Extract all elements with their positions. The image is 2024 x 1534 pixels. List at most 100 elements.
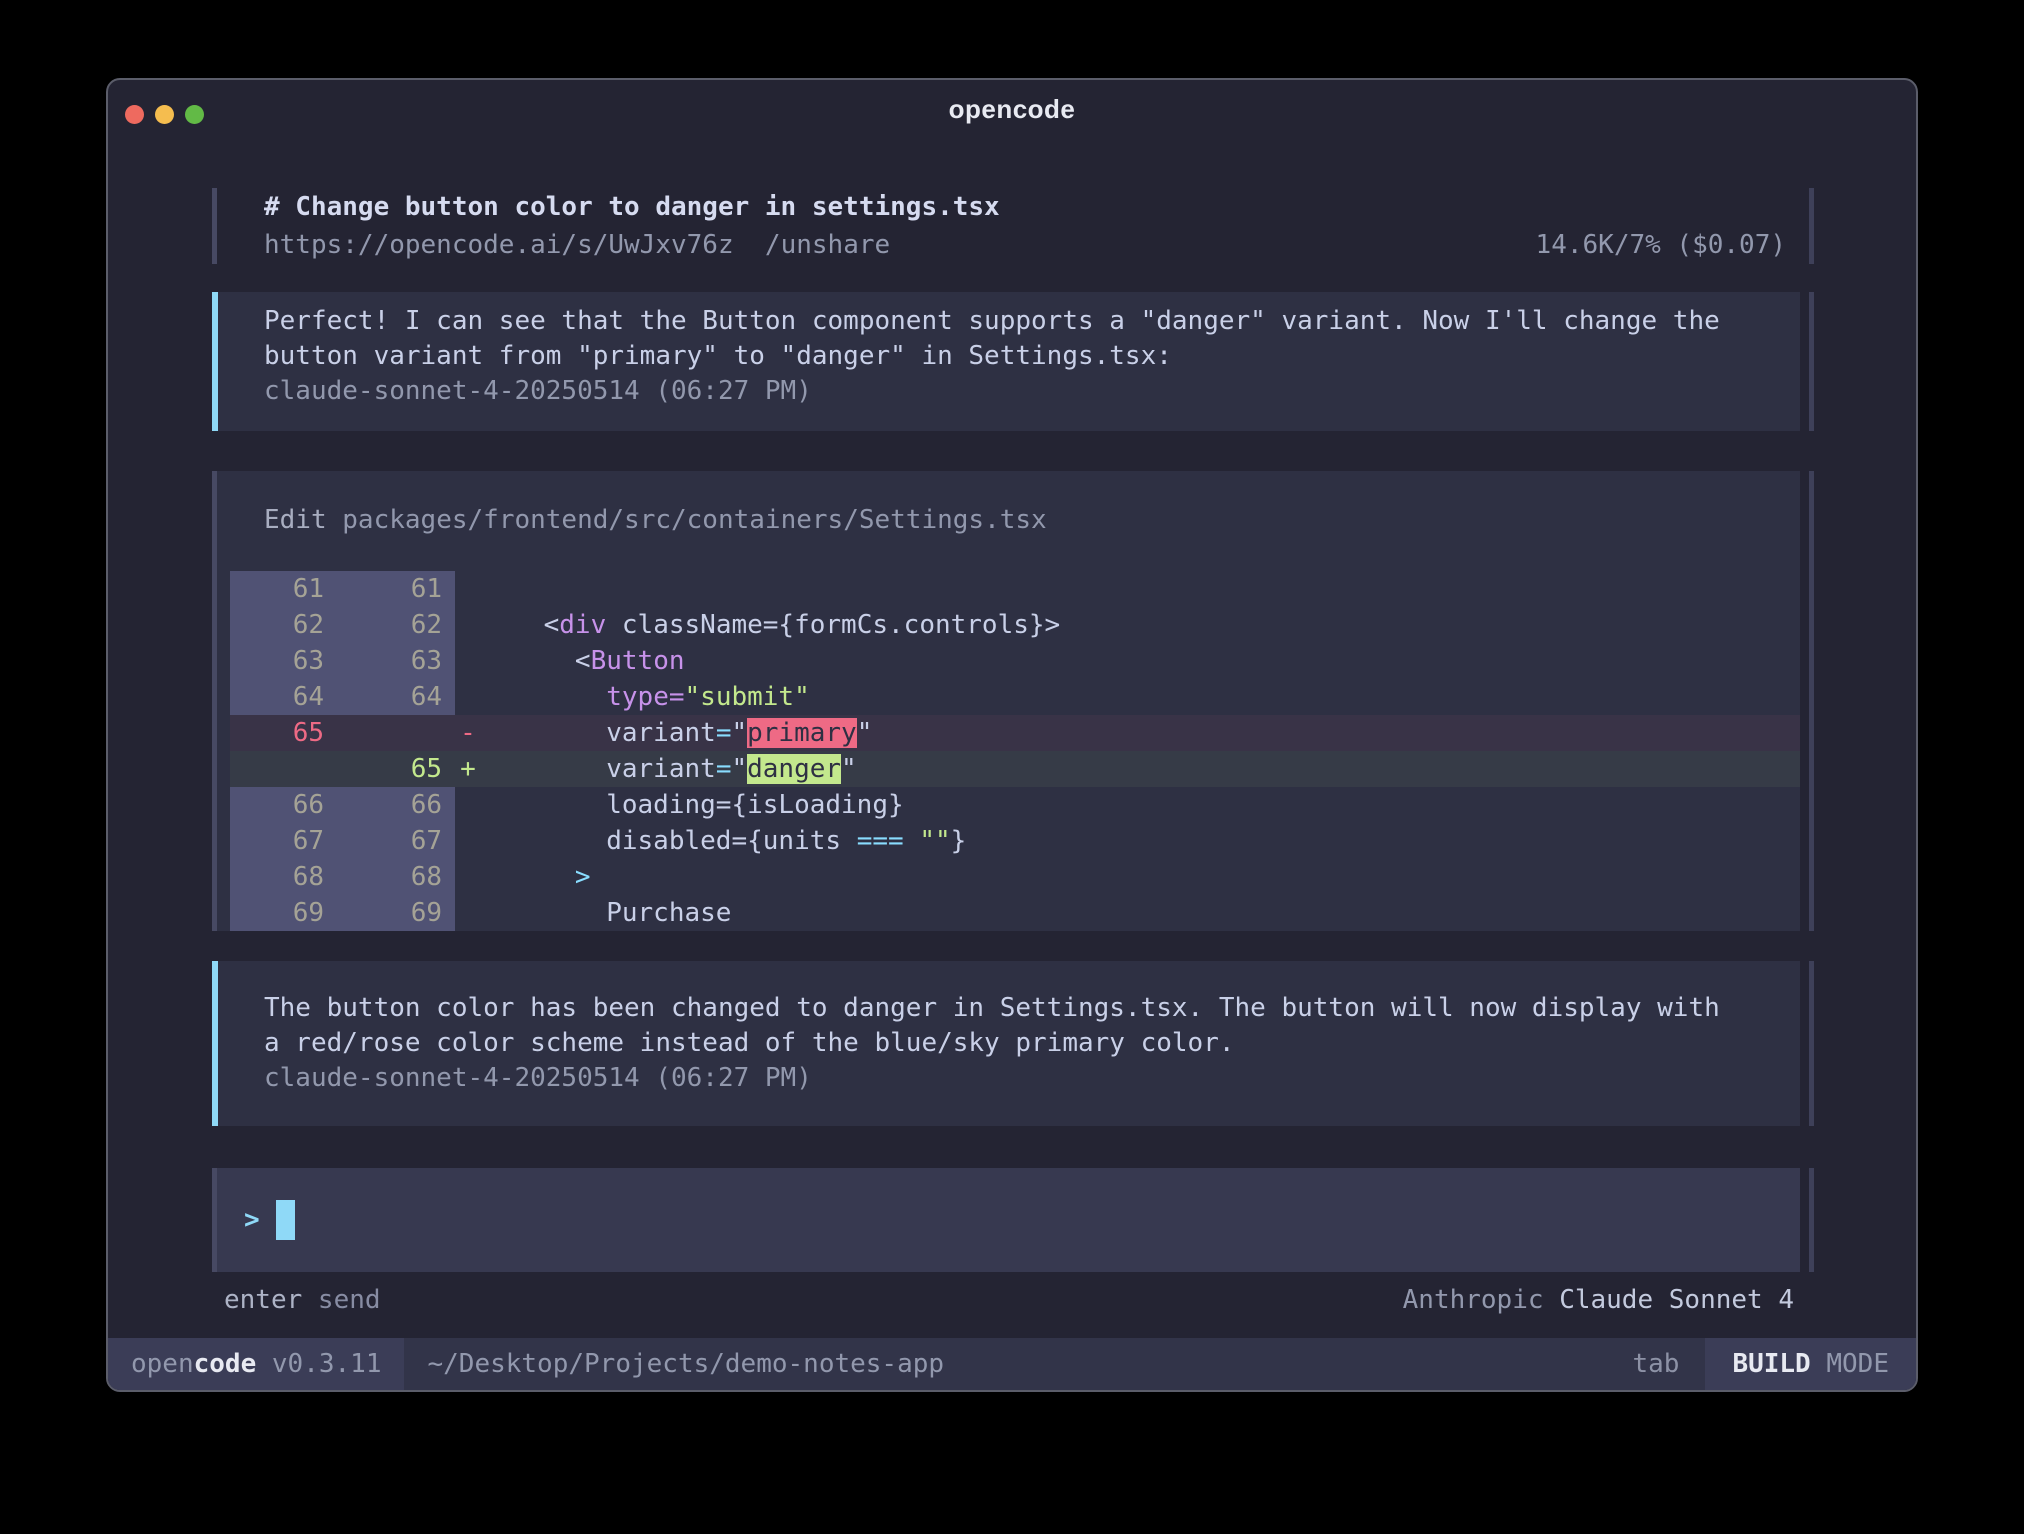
diff-sign <box>455 679 481 715</box>
diff-code-line: variant="primary" <box>481 715 1800 751</box>
model-provider: Anthropic <box>1403 1285 1560 1315</box>
working-directory: ~/Desktop/Projects/demo-notes-app <box>427 1338 944 1390</box>
context-stats: 14.6K/7% ($0.07) <box>1536 226 1800 264</box>
code-segment: danger <box>747 754 841 784</box>
diff-row: 65+ variant="danger" <box>230 751 1800 787</box>
diff-row: 65- variant="primary" <box>230 715 1800 751</box>
code-segment: < <box>481 646 591 676</box>
block-border-rail <box>1809 188 1814 264</box>
code-segment: > <box>575 862 591 892</box>
code-segment: } <box>951 826 967 856</box>
mode-name-bold: BUILD <box>1732 1349 1810 1379</box>
session-title: # Change button color to danger in setti… <box>264 188 1800 226</box>
old-line-number: 61 <box>230 571 324 607</box>
code-segment: className={formCs.controls}> <box>606 610 1060 640</box>
diff-code-line <box>481 571 1800 607</box>
enter-key-label: enter <box>224 1285 302 1315</box>
code-segment <box>481 682 606 712</box>
diff-row: 6868 > <box>230 859 1800 895</box>
titlebar: opencode <box>108 80 1916 136</box>
new-line-number: 66 <box>324 787 455 823</box>
opencode-window: opencode # Change button color to danger… <box>106 78 1918 1392</box>
model-indicator: Anthropic Claude Sonnet 4 <box>1403 1286 1800 1314</box>
app-version-chip: opencode v0.3.11 <box>108 1338 404 1390</box>
code-segment: < <box>481 610 559 640</box>
new-line-number: 68 <box>324 859 455 895</box>
code-segment <box>904 826 920 856</box>
prompt-input[interactable]: > <box>212 1168 1800 1272</box>
code-segment: variant <box>481 718 716 748</box>
block-border-rail <box>1809 1168 1814 1272</box>
new-line-number: 64 <box>324 679 455 715</box>
code-segment: Purchase <box>481 898 731 928</box>
new-line-number: 65 <box>324 751 455 787</box>
session-header: # Change button color to danger in setti… <box>212 188 1800 264</box>
old-line-number <box>230 751 324 787</box>
old-line-number: 65 <box>230 715 324 751</box>
prompt-symbol: > <box>244 1205 260 1235</box>
code-segment: loading={isLoading} <box>481 790 904 820</box>
message-text-line: Perfect! I can see that the Button compo… <box>264 304 1760 339</box>
new-line-number: 62 <box>324 607 455 643</box>
diff-code-line: disabled={units === ""} <box>481 823 1800 859</box>
old-line-number: 66 <box>230 787 324 823</box>
model-name: Claude Sonnet 4 <box>1559 1285 1794 1315</box>
edit-tool-card: Edit packages/frontend/src/containers/Se… <box>212 471 1800 931</box>
message-text-line: The button color has been changed to dan… <box>264 991 1760 1026</box>
diff-row: 6161 <box>230 571 1800 607</box>
hints-row: enter send Anthropic Claude Sonnet 4 <box>212 1286 1800 1314</box>
code-segment <box>481 862 575 892</box>
assistant-message: The button color has been changed to dan… <box>212 961 1800 1126</box>
unshare-command: /unshare <box>765 226 890 264</box>
window-title: opencode <box>108 94 1916 125</box>
edit-tool-title: Edit packages/frontend/src/containers/Se… <box>217 471 1800 535</box>
old-line-number: 68 <box>230 859 324 895</box>
message-text-line: button variant from "primary" to "danger… <box>264 339 1760 374</box>
code-segment: div <box>559 610 606 640</box>
code-segment: " <box>731 754 747 784</box>
diff-sign <box>455 571 481 607</box>
app-version: v0.3.11 <box>256 1349 381 1379</box>
old-line-number: 63 <box>230 643 324 679</box>
new-line-number: 67 <box>324 823 455 859</box>
build-mode-toggle[interactable]: BUILD MODE <box>1705 1338 1916 1390</box>
status-bar-spacer <box>944 1338 1632 1390</box>
old-line-number: 69 <box>230 895 324 931</box>
new-line-number: 61 <box>324 571 455 607</box>
send-label: send <box>302 1285 380 1315</box>
new-line-number: 69 <box>324 895 455 931</box>
diff-sign <box>455 823 481 859</box>
diff-code-line: loading={isLoading} <box>481 787 1800 823</box>
code-segment: variant <box>481 754 716 784</box>
code-segment: primary <box>747 718 857 748</box>
code-segment: Button <box>591 646 685 676</box>
send-hint: enter send <box>212 1286 381 1314</box>
url-gap <box>734 226 765 264</box>
diff-row: 6262 <div className={formCs.controls}> <box>230 607 1800 643</box>
diff-sign <box>455 859 481 895</box>
assistant-message: Perfect! I can see that the Button compo… <box>212 292 1800 431</box>
code-segment: " <box>857 718 873 748</box>
share-url: https://opencode.ai/s/UwJxv76z <box>264 226 734 264</box>
diff-row: 6767 disabled={units === ""} <box>230 823 1800 859</box>
code-segment: = <box>716 718 732 748</box>
code-segment: " <box>841 754 857 784</box>
code-segment: disabled={units <box>481 826 857 856</box>
code-segment: = <box>669 682 685 712</box>
diff-sign <box>455 607 481 643</box>
diff-code-line: variant="danger" <box>481 751 1800 787</box>
diff-code-line: <div className={formCs.controls}> <box>481 607 1800 643</box>
edit-action-label: Edit <box>264 505 342 535</box>
block-border-rail <box>1809 292 1814 431</box>
diff-row: 6666 loading={isLoading} <box>230 787 1800 823</box>
message-meta: claude-sonnet-4-20250514 (06:27 PM) <box>264 1061 1760 1096</box>
diff-row: 6969 Purchase <box>230 895 1800 931</box>
diff-sign: + <box>455 751 481 787</box>
diff-row: 6363 <Button <box>230 643 1800 679</box>
message-meta: claude-sonnet-4-20250514 (06:27 PM) <box>264 374 1760 409</box>
old-line-number: 67 <box>230 823 324 859</box>
edit-file-path: packages/frontend/src/containers/Setting… <box>342 505 1046 535</box>
code-segment: type <box>606 682 669 712</box>
diff-code-line: > <box>481 859 1800 895</box>
block-border-rail <box>1809 961 1814 1126</box>
